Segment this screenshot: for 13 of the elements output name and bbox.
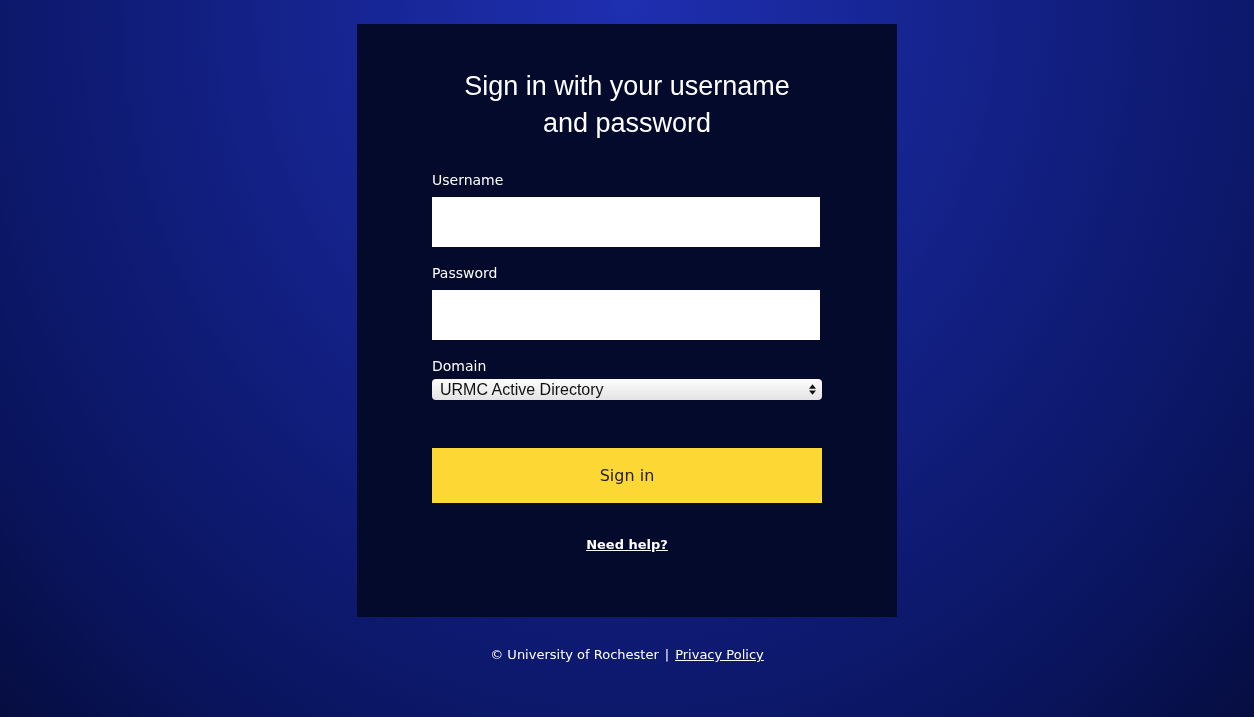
- password-field[interactable]: [432, 290, 820, 340]
- sign-in-button[interactable]: Sign in: [432, 448, 822, 503]
- sign-in-heading: Sign in with your username and password: [463, 70, 791, 140]
- privacy-policy-link[interactable]: Privacy Policy: [675, 647, 764, 662]
- field-label: Username: [432, 172, 505, 188]
- username-field[interactable]: [432, 197, 820, 247]
- field-label: Domain: [432, 358, 488, 374]
- up-down-arrows-icon: [809, 384, 816, 395]
- help-link[interactable]: Need help?: [586, 537, 668, 552]
- domain-dropdown[interactable]: URMC Active Directory: [432, 379, 822, 400]
- field-label: Password: [432, 265, 499, 281]
- footer-separator: |: [664, 647, 670, 662]
- copyright-text: © University of Rochester: [490, 647, 659, 662]
